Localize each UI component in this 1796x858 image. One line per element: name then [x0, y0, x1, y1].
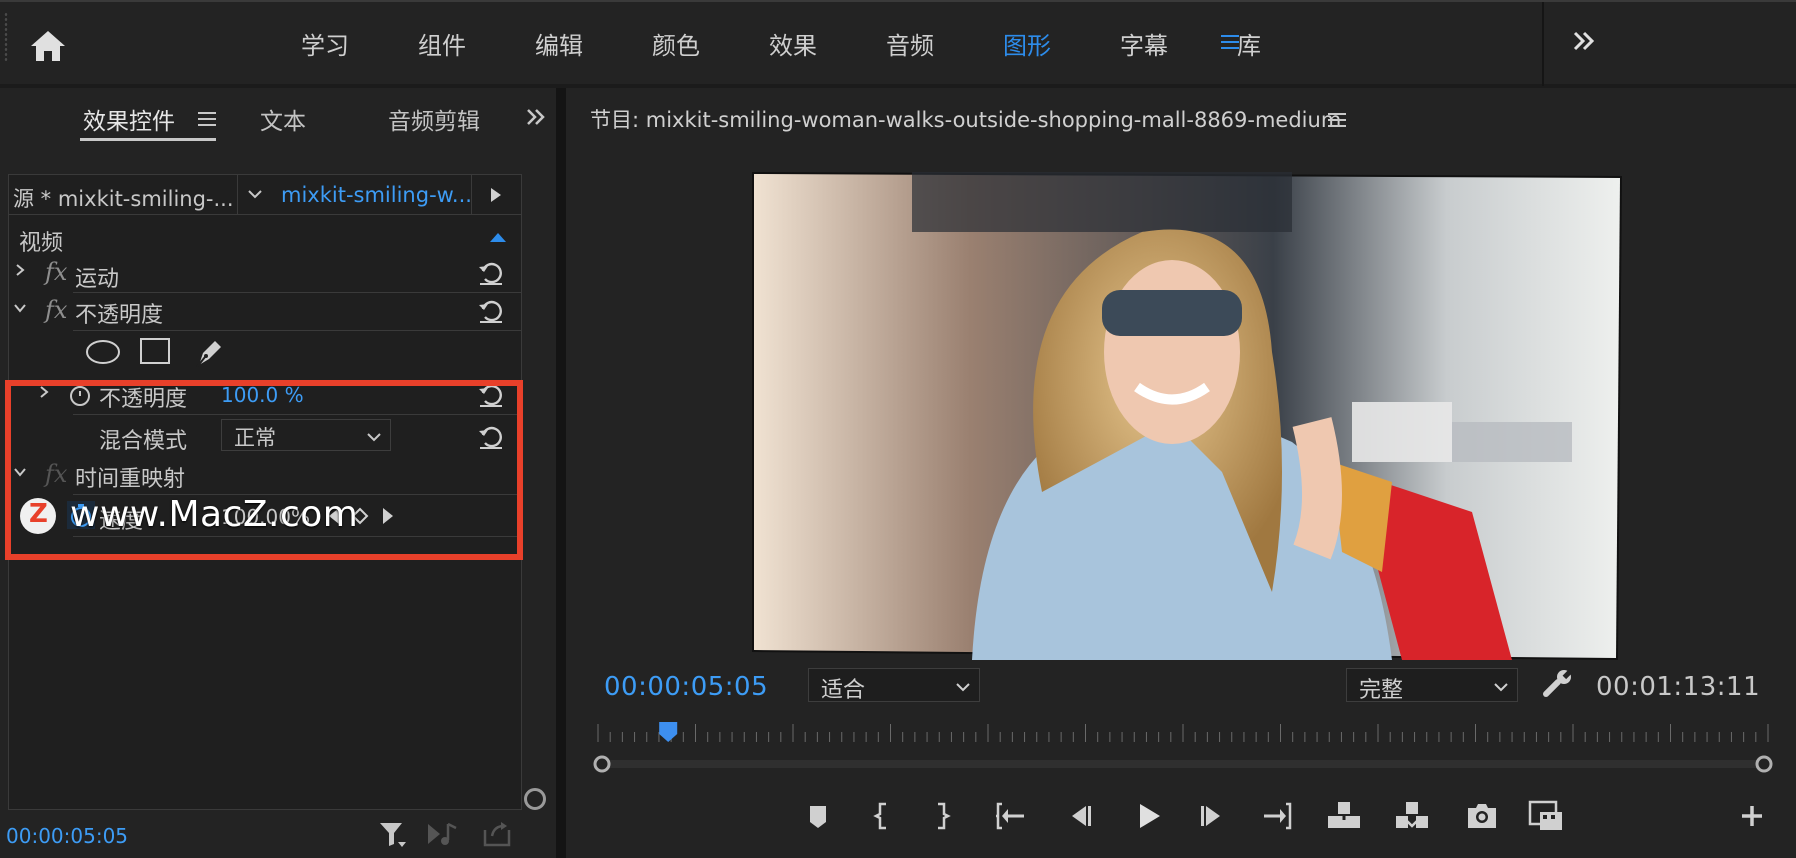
zoom-level-value: 适合 — [821, 678, 866, 703]
drag-grip[interactable] — [4, 12, 8, 62]
panel-menu-icon[interactable] — [198, 111, 216, 127]
go-to-in-icon[interactable] — [994, 798, 1034, 834]
rectangle-mask-icon[interactable] — [139, 337, 171, 365]
source-clip-label[interactable]: 源 * mixkit-smiling-... — [13, 183, 234, 213]
play-triangle-icon[interactable] — [489, 186, 503, 204]
button-editor-icon[interactable] — [1526, 798, 1566, 834]
panel-splitter[interactable] — [556, 88, 566, 858]
watermark-logo: Z — [20, 498, 56, 534]
video-frame[interactable] — [752, 172, 1622, 664]
mark-out-icon[interactable] — [922, 798, 962, 834]
zoom-handle[interactable] — [524, 788, 546, 810]
tab-text[interactable]: 文本 — [260, 102, 306, 136]
step-back-icon[interactable] — [1060, 798, 1100, 834]
panel-menu-icon[interactable] — [1328, 112, 1346, 128]
divider — [1542, 2, 1544, 86]
chevron-down-icon[interactable] — [13, 301, 27, 315]
workspace-tab-captions[interactable]: 字幕 — [1120, 26, 1168, 61]
effect-controls-timecode[interactable]: 00:00:05:05 — [6, 824, 128, 848]
divider — [471, 175, 472, 215]
double-chevron-right-icon[interactable] — [1570, 28, 1598, 54]
double-chevron-right-icon[interactable] — [524, 106, 548, 128]
home-icon[interactable] — [28, 28, 68, 64]
workspace-tab-libraries[interactable]: 库 — [1237, 26, 1261, 61]
zoom-scrollbar[interactable] — [590, 752, 1776, 776]
pen-mask-icon[interactable] — [193, 335, 227, 369]
chevron-down-icon — [956, 683, 970, 692]
add-marker-icon[interactable] — [798, 798, 838, 834]
divider — [237, 175, 238, 215]
fx-icon: fx — [45, 258, 68, 286]
workspace-tab-graphics[interactable]: 图形 — [1003, 26, 1051, 61]
fx-icon: fx — [45, 296, 68, 324]
mask-tools-row — [9, 331, 521, 373]
watermark-text: www.MacZ.com — [70, 494, 359, 535]
chevron-down-icon — [1494, 683, 1508, 692]
program-monitor-title: 节目: mixkit-smiling-woman-walks-outside-s… — [590, 108, 1342, 132]
export-icon — [483, 822, 511, 847]
step-forward-icon[interactable] — [1192, 798, 1232, 834]
workspace-tab-learn[interactable]: 学习 — [301, 26, 349, 61]
time-ruler[interactable] — [590, 720, 1776, 744]
wrench-icon[interactable] — [1542, 668, 1574, 700]
chevron-right-icon[interactable] — [13, 263, 27, 277]
workspace-tab-effects[interactable]: 效果 — [769, 26, 817, 61]
effect-row-opacity[interactable]: fx 不透明度 — [9, 289, 521, 331]
chevron-down-icon[interactable] — [247, 187, 263, 201]
reset-icon[interactable] — [477, 297, 505, 325]
ellipse-mask-icon[interactable] — [85, 339, 121, 365]
workspace-tab-audio[interactable]: 音频 — [886, 26, 934, 61]
playhead[interactable] — [659, 722, 678, 742]
tab-effect-controls[interactable]: 效果控件 — [83, 102, 175, 136]
go-to-out-icon[interactable] — [1254, 798, 1294, 834]
collapse-up-icon[interactable] — [489, 231, 507, 243]
mark-in-icon[interactable] — [862, 798, 902, 834]
duration-timecode: 00:01:13:11 — [1596, 672, 1761, 702]
playback-resolution-value: 完整 — [1359, 678, 1404, 703]
playback-resolution-select[interactable]: 完整 — [1346, 668, 1518, 703]
effect-row-motion[interactable]: fx 运动 — [9, 251, 521, 293]
filter-icon[interactable] — [378, 820, 408, 850]
effect-controls-panel: 效果控件 文本 音频剪辑 源 * mixkit-smiling-... mixk… — [0, 88, 556, 858]
camera-icon[interactable] — [1462, 798, 1502, 834]
workspace-bar: 学习 组件 编辑 颜色 效果 音频 图形 字幕 库 — [0, 0, 1796, 86]
audio-playback-icon — [428, 822, 457, 845]
extract-icon[interactable] — [1392, 798, 1432, 834]
source-row: 源 * mixkit-smiling-... mixkit-smiling-w.… — [9, 175, 521, 215]
workspace-tab-editing[interactable]: 编辑 — [535, 26, 583, 61]
watermark-logo-letter: Z — [29, 499, 48, 529]
effect-label-opacity: 不透明度 — [75, 303, 164, 328]
workspace-tab-assembly[interactable]: 组件 — [418, 26, 466, 61]
plus-icon[interactable] — [1732, 798, 1772, 834]
transport-controls — [566, 788, 1796, 848]
tab-audio-clip-mixer[interactable]: 音频剪辑 — [388, 102, 480, 136]
reset-icon[interactable] — [477, 259, 505, 287]
program-monitor: 节目: mixkit-smiling-woman-walks-outside-s… — [566, 88, 1796, 858]
zoom-level-select[interactable]: 适合 — [808, 668, 980, 703]
active-tab-indicator — [80, 138, 216, 141]
workspace-tab-color[interactable]: 颜色 — [652, 26, 700, 61]
lift-icon[interactable] — [1324, 798, 1364, 834]
play-icon[interactable] — [1128, 798, 1168, 834]
current-timecode[interactable]: 00:00:05:05 — [604, 672, 768, 702]
sequence-clip-label[interactable]: mixkit-smiling-w... — [281, 183, 472, 207]
